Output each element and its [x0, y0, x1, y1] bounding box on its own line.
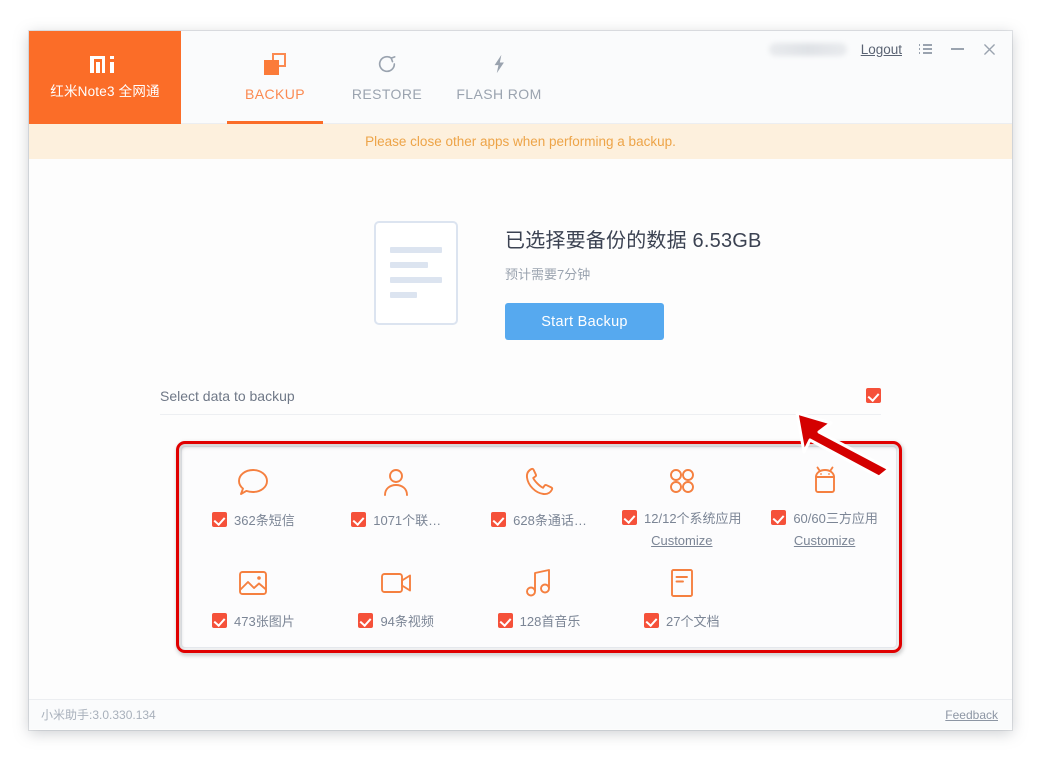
select-data-label: Select data to backup — [160, 387, 295, 404]
data-item-sms[interactable]: 362条短信 — [182, 463, 325, 548]
label-system-apps: 12/12个系统应用 — [644, 511, 742, 526]
label-third-party-apps: 60/60三方应用 — [793, 511, 878, 526]
data-item-documents[interactable]: 27个文档 — [610, 564, 753, 649]
close-icon[interactable] — [980, 40, 998, 58]
select-data-row: Select data to backup — [160, 377, 881, 415]
data-items-row: 362条短信 1071个联… 628条通话… 12/12个系统应用 Custom… — [182, 447, 896, 548]
restore-icon — [376, 51, 398, 77]
document-illustration — [374, 221, 458, 325]
data-item-contacts[interactable]: 1071个联… — [325, 463, 468, 548]
start-backup-button[interactable]: Start Backup — [505, 303, 664, 340]
minimize-icon[interactable] — [948, 40, 966, 58]
mi-pc-suite-window: 红米Note3 全网通 BACKUP RESTORE FLASH ROM Log… — [29, 31, 1012, 730]
logout-link[interactable]: Logout — [861, 42, 902, 57]
notice-text: Please close other apps when performing … — [365, 134, 676, 149]
tab-flash-rom[interactable]: FLASH ROM — [443, 31, 555, 124]
sms-icon — [236, 463, 270, 501]
flash-icon — [488, 51, 510, 77]
backup-summary: 已选择要备份的数据 6.53GB 预计需要7分钟 Start Backup — [374, 221, 762, 340]
customize-link-third-party-apps[interactable]: Customize — [794, 533, 855, 548]
username-masked — [768, 42, 847, 56]
tab-flash-rom-label: FLASH ROM — [456, 86, 542, 102]
label-contacts: 1071个联… — [373, 513, 442, 528]
checkbox-documents[interactable] — [644, 613, 660, 628]
video-icon — [379, 564, 413, 602]
desktop-background: 红米Note3 全网通 BACKUP RESTORE FLASH ROM Log… — [0, 0, 1040, 757]
notice-banner: Please close other apps when performing … — [29, 124, 1012, 159]
backup-icon — [264, 51, 286, 77]
window-header: 红米Note3 全网通 BACKUP RESTORE FLASH ROM Log… — [29, 31, 1012, 124]
customize-link-system-apps[interactable]: Customize — [651, 533, 712, 548]
label-documents: 27个文档 — [666, 614, 720, 629]
checkbox-sms[interactable] — [212, 512, 228, 527]
contact-icon — [380, 463, 412, 501]
document-icon — [668, 564, 696, 602]
tab-backup-label: BACKUP — [245, 86, 305, 102]
data-item-empty — [753, 564, 896, 649]
label-photos: 473张图片 — [234, 614, 295, 629]
checkbox-system-apps[interactable] — [622, 510, 638, 525]
mi-logo-icon — [90, 55, 120, 73]
checkbox-music[interactable] — [497, 613, 513, 628]
feedback-link[interactable]: Feedback — [945, 708, 998, 722]
device-brand-panel: 红米Note3 全网通 — [29, 31, 181, 124]
label-videos: 94条视频 — [380, 614, 434, 629]
main-tabs: BACKUP RESTORE FLASH ROM — [219, 31, 555, 124]
photo-icon — [237, 564, 269, 602]
checkbox-call-log[interactable] — [491, 512, 507, 527]
data-item-music[interactable]: 128首音乐 — [468, 564, 611, 649]
data-items-row: 473张图片 94条视频 128首音乐 27个文档 — [182, 548, 896, 649]
data-item-videos[interactable]: 94条视频 — [325, 564, 468, 649]
window-footer: 小米助手:3.0.330.134 Feedback — [29, 699, 1012, 729]
summary-text-block: 已选择要备份的数据 6.53GB 预计需要7分钟 Start Backup — [505, 221, 762, 340]
window-controls: Logout — [768, 40, 998, 58]
data-items-card: 362条短信 1071个联… 628条通话… 12/12个系统应用 Custom… — [181, 446, 897, 648]
android-app-icon — [809, 463, 841, 499]
data-item-third-party-apps[interactable]: 60/60三方应用 Customize — [753, 463, 896, 548]
data-item-photos[interactable]: 473张图片 — [182, 564, 325, 649]
checkbox-videos[interactable] — [358, 613, 374, 628]
device-name-label: 红米Note3 全网通 — [50, 83, 160, 99]
tab-restore-label: RESTORE — [351, 86, 423, 102]
label-music: 128首音乐 — [519, 614, 581, 629]
tab-restore[interactable]: RESTORE — [331, 31, 443, 124]
select-all-checkbox[interactable] — [866, 388, 881, 403]
checkbox-third-party-apps[interactable] — [771, 510, 787, 525]
estimated-time-label: 预计需要7分钟 — [505, 267, 591, 282]
selected-size-title: 已选择要备份的数据 6.53GB — [505, 230, 762, 252]
music-icon — [524, 564, 554, 602]
checkbox-contacts[interactable] — [351, 512, 367, 527]
label-call-log: 628条通话… — [513, 513, 587, 528]
hamburger-menu-icon[interactable] — [916, 40, 934, 58]
checkbox-photos[interactable] — [212, 613, 228, 628]
system-app-icon — [666, 463, 698, 499]
version-label: 小米助手:3.0.330.134 — [41, 708, 156, 722]
data-item-call-log[interactable]: 628条通话… — [468, 463, 611, 548]
backup-panel: 已选择要备份的数据 6.53GB 预计需要7分钟 Start Backup Se… — [29, 159, 1012, 699]
label-sms: 362条短信 — [234, 513, 295, 528]
call-log-icon — [523, 463, 555, 501]
data-item-system-apps[interactable]: 12/12个系统应用 Customize — [610, 463, 753, 548]
tab-backup[interactable]: BACKUP — [219, 31, 331, 124]
